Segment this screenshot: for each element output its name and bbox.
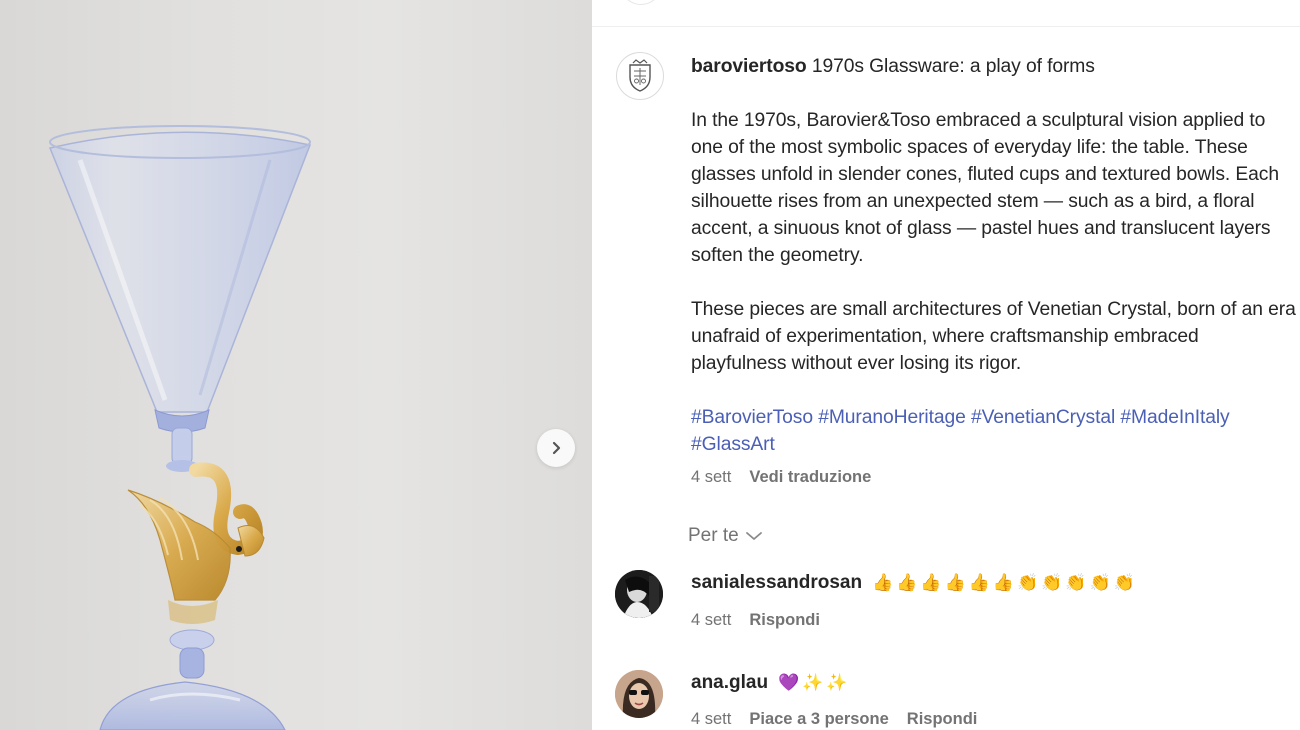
post-details-panel: baroviertoso 1970s Glassware: a play of … (592, 0, 1300, 730)
likes-count[interactable]: Piace a 3 persone (749, 710, 888, 729)
commenter-photo (615, 570, 663, 618)
post-timestamp[interactable]: 4 sett (691, 468, 731, 487)
reply-button[interactable]: Rispondi (907, 710, 978, 729)
caption-paragraph-2: These pieces are small architectures of … (691, 299, 1296, 374)
hashtag-link[interactable]: #VenetianCrystal (971, 407, 1115, 428)
post-meta: 4 sett Vedi traduzione (691, 468, 871, 487)
previous-avatar-edge (620, 0, 662, 5)
comment-item: sanialessandrosan 👍👍👍👍👍👍👏👏👏👏👏 (691, 572, 1138, 594)
post-photo[interactable] (0, 0, 592, 730)
see-translation-button[interactable]: Vedi traduzione (749, 468, 871, 487)
commenter-photo (615, 670, 663, 718)
post-caption: baroviertoso 1970s Glassware: a play of … (691, 53, 1297, 458)
top-divider (592, 0, 1300, 27)
hashtag-link[interactable]: #MadeInItaly (1120, 407, 1229, 428)
crest-logo (629, 59, 651, 92)
comment-username[interactable]: sanialessandrosan (691, 572, 862, 594)
chevron-down-icon (745, 532, 762, 540)
hashtag-link[interactable]: #BarovierToso (691, 407, 813, 428)
comment-item: ana.glau 💜✨✨ (691, 672, 851, 694)
chevron-right-icon (552, 441, 561, 455)
author-avatar[interactable] (616, 52, 664, 100)
comment-text: 💜✨✨ (778, 673, 851, 693)
hashtag-link[interactable]: #GlassArt (691, 434, 775, 455)
reply-button[interactable]: Rispondi (749, 611, 820, 630)
author-username[interactable]: baroviertoso (691, 56, 807, 77)
commenter-avatar[interactable] (615, 570, 663, 618)
commenter-avatar[interactable] (615, 670, 663, 718)
comment-timestamp[interactable]: 4 sett (691, 710, 731, 729)
hashtag-list: #BarovierToso #MuranoHeritage #VenetianC… (691, 404, 1297, 458)
comment-sort-label: Per te (688, 525, 739, 546)
caption-paragraph-1: In the 1970s, Barovier&Toso embraced a s… (691, 110, 1279, 266)
comment-meta: 4 sett Rispondi (691, 611, 820, 630)
hashtag-link[interactable]: #MuranoHeritage (818, 407, 966, 428)
next-photo-button[interactable] (537, 429, 575, 467)
comment-sort-dropdown[interactable]: Per te (688, 525, 763, 547)
comment-timestamp[interactable]: 4 sett (691, 611, 731, 630)
post-title: 1970s Glassware: a play of forms (811, 56, 1095, 77)
comment-text: 👍👍👍👍👍👍👏👏👏👏👏 (872, 573, 1138, 593)
glassware-photo (48, 125, 312, 730)
comment-meta: 4 sett Piace a 3 persone Rispondi (691, 710, 977, 729)
comment-username[interactable]: ana.glau (691, 672, 768, 694)
